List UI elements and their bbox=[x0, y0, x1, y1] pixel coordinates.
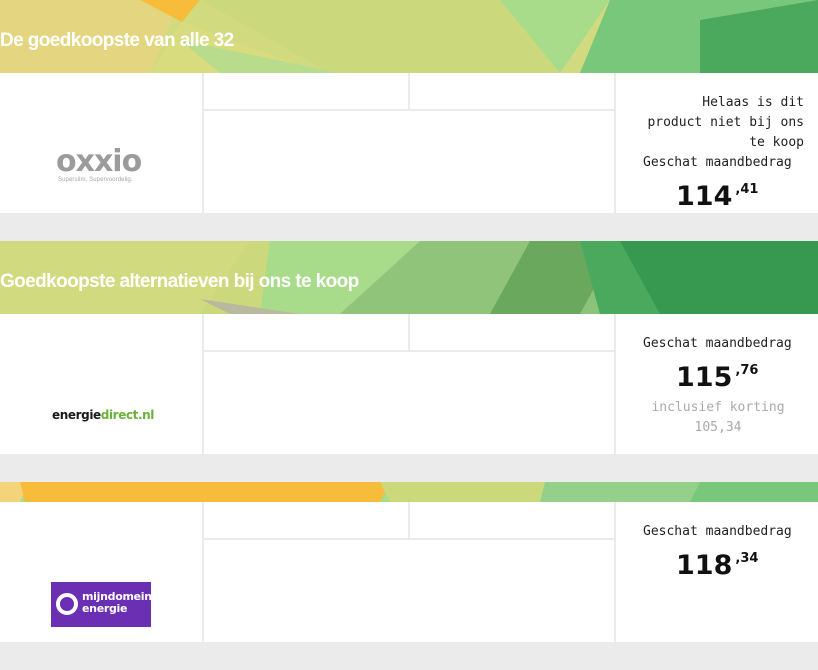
details-slot-a bbox=[204, 73, 410, 111]
details-cell bbox=[204, 314, 614, 454]
details-cell bbox=[204, 502, 614, 642]
banner-background-3 bbox=[0, 482, 818, 502]
price-cell: Helaas is dit product niet bij ons te ko… bbox=[614, 73, 818, 213]
discount-label: inclusief korting bbox=[651, 400, 785, 415]
section-title: Goedkoopste alternatieven bij ons te koo… bbox=[0, 271, 359, 292]
monthly-price: 114,41 bbox=[676, 181, 758, 212]
details-slot-a bbox=[204, 314, 410, 352]
mijndomein-ring-icon bbox=[56, 593, 78, 615]
price-integer: 114 bbox=[676, 181, 733, 212]
monthly-price: 115,76 bbox=[676, 362, 758, 393]
details-slot-b bbox=[410, 314, 614, 352]
oxxio-logo: oxxio Superslim. Supervoordelig. bbox=[56, 144, 148, 184]
estimate-label: Geschat maandbedrag bbox=[643, 336, 792, 351]
price-integer: 118 bbox=[676, 550, 733, 581]
price-cell: Geschat maandbedrag 118,34 bbox=[614, 502, 818, 642]
price-decimals: ,41 bbox=[735, 182, 759, 197]
details-cell bbox=[204, 73, 614, 213]
price-integer: 115 bbox=[676, 362, 733, 393]
section-banner-alternatives: Goedkoopste alternatieven bij ons te koo… bbox=[0, 241, 818, 314]
energiedirect-logo-part2: direct.nl bbox=[100, 408, 155, 422]
details-slot-b bbox=[410, 502, 614, 540]
provider-card-oxxio[interactable]: oxxio Superslim. Supervoordelig. Helaas … bbox=[0, 73, 818, 213]
energiedirect-logo: energiedirect.nl bbox=[52, 408, 154, 422]
section-banner-cheapest: De goedkoopste van alle 32 bbox=[0, 0, 818, 73]
estimate-label: Geschat maandbedrag bbox=[643, 155, 792, 170]
provider-logo-cell: energiedirect.nl bbox=[0, 314, 204, 454]
details-slot-a bbox=[204, 502, 410, 540]
energiedirect-logo-part1: energie bbox=[52, 408, 101, 422]
details-slot-b bbox=[410, 73, 614, 111]
mijndomein-logo: mijndomein energie bbox=[51, 582, 152, 627]
price-decimals: ,34 bbox=[735, 551, 759, 566]
price-cell: Geschat maandbedrag 115,76 inclusief kor… bbox=[614, 314, 818, 454]
discount-value: 105,34 bbox=[694, 420, 742, 435]
section-title: De goedkoopste van alle 32 bbox=[0, 30, 234, 51]
provider-logo-cell: mijndomein energie bbox=[0, 502, 204, 642]
provider-card-energiedirect[interactable]: energiedirect.nl Geschat maandbedrag 115… bbox=[0, 314, 818, 454]
section-banner-more bbox=[0, 482, 818, 502]
monthly-price: 118,34 bbox=[676, 550, 758, 581]
provider-logo-cell: oxxio Superslim. Supervoordelig. bbox=[0, 73, 204, 213]
oxxio-wordmark: oxxio bbox=[56, 144, 142, 179]
mijndomein-logo-text: mijndomein energie bbox=[82, 591, 152, 615]
mijndomein-logo-line2: energie bbox=[82, 602, 128, 615]
provider-card-mijndomein[interactable]: mijndomein energie Geschat maandbedrag 1… bbox=[0, 502, 818, 642]
not-for-sale-notice: Helaas is dit product niet bij ons te ko… bbox=[647, 95, 804, 150]
price-decimals: ,76 bbox=[735, 363, 759, 378]
estimate-label: Geschat maandbedrag bbox=[643, 524, 792, 539]
